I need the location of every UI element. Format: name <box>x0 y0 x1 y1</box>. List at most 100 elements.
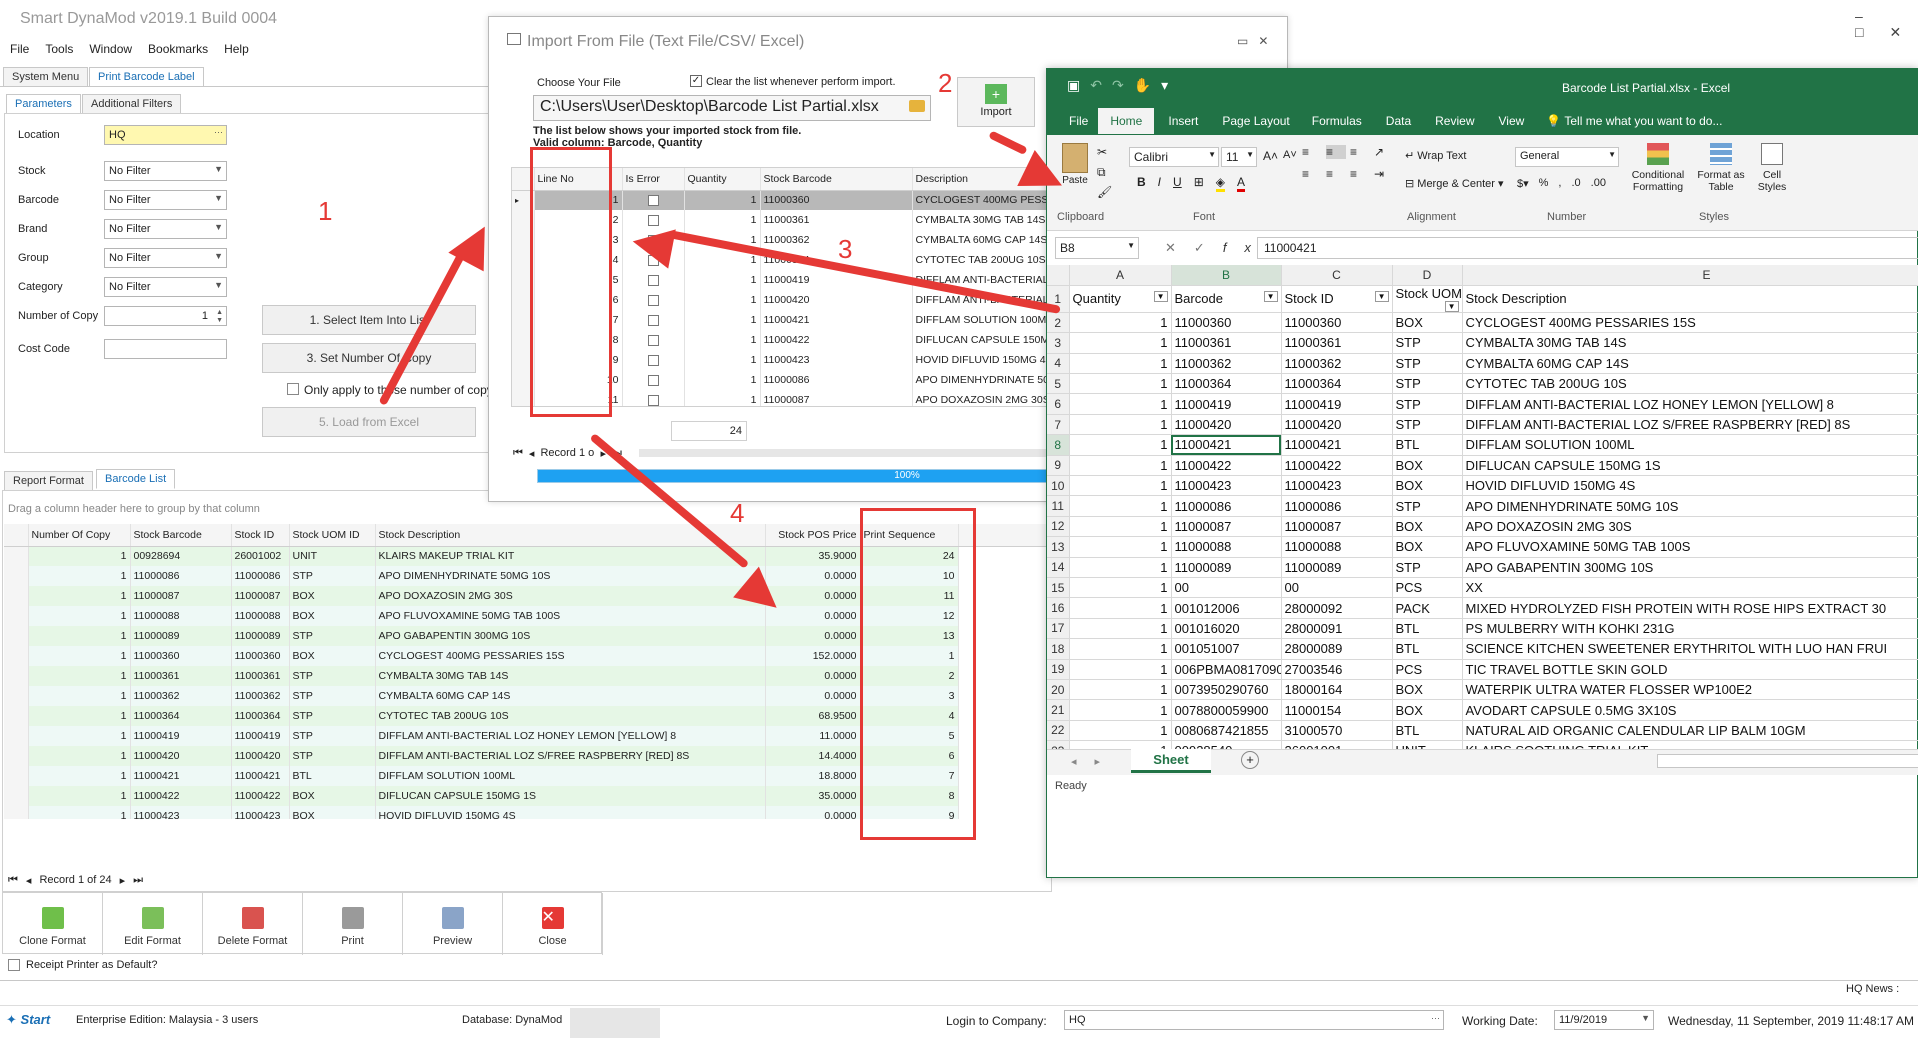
is-error-checkbox[interactable] <box>647 294 659 306</box>
tab-home[interactable]: Home <box>1098 108 1155 134</box>
stock-id-cell[interactable]: 11000421 <box>1281 434 1393 456</box>
group-filter[interactable]: No Filter ▼ <box>104 248 227 268</box>
increase-decimal-icon[interactable]: .0 <box>1571 177 1580 190</box>
sheet-row[interactable]: 9 1 11000422 11000422 BOX DIFLUCAN CAPSULE 15… <box>1047 455 1918 477</box>
stock-id-cell[interactable]: 11000420 <box>1281 414 1393 436</box>
row-number[interactable]: 3 <box>1047 332 1070 354</box>
sheet-row[interactable]: 8 1 11000421 11000421 BTL DIFFLAM SOLUTION 10… <box>1047 434 1918 456</box>
redo-icon[interactable]: ↷ <box>1112 77 1134 93</box>
description-cell[interactable]: CYMBALTA 30MG TAB 14S <box>1462 332 1918 354</box>
uom-cell[interactable]: BOX <box>1392 679 1463 701</box>
qty-cell[interactable]: 1 <box>1069 495 1172 517</box>
barcode-cell[interactable]: 00 <box>1171 577 1282 599</box>
row-indicator[interactable] <box>4 746 29 766</box>
sheet-row[interactable]: 13 1 11000088 11000088 BOX APO FLUVOXAMINE 50… <box>1047 536 1918 558</box>
row-number[interactable]: 2 <box>1047 312 1070 334</box>
barcode-cell[interactable]: 11000360 <box>1171 312 1282 334</box>
sheet-row[interactable]: 15 1 00 00 PCS XX <box>1047 577 1918 599</box>
barcode-cell[interactable]: 11000086 <box>1171 495 1282 517</box>
header-stock-id[interactable]: Stock ID ▼ <box>1281 285 1393 313</box>
col-stock-uom[interactable]: Stock UOM ID <box>289 524 376 547</box>
format-table-button[interactable]: Format as Table <box>1695 143 1747 193</box>
sheet-row[interactable]: 11 1 11000086 11000086 STP APO DIMENHYDRINATE… <box>1047 495 1918 517</box>
close-button[interactable]: ✕ Close <box>503 893 603 955</box>
row-number[interactable]: 23 <box>1047 740 1070 749</box>
description-cell[interactable]: XX <box>1462 577 1918 599</box>
italic-icon[interactable]: I <box>1158 175 1161 192</box>
font-name-box[interactable]: Calibri ▼ <box>1129 147 1219 167</box>
orientation-icon[interactable]: ↗ <box>1374 145 1394 159</box>
row-number[interactable]: 13 <box>1047 536 1070 558</box>
header-barcode[interactable]: Barcode ▼ <box>1171 285 1282 313</box>
row-number[interactable]: 19 <box>1047 659 1070 680</box>
header-quantity[interactable]: Quantity ▼ <box>1069 285 1172 313</box>
description-cell[interactable]: CYCLOGEST 400MG PESSARIES 15S <box>1462 312 1918 334</box>
customize-icon[interactable]: ▾ <box>1161 77 1178 93</box>
tab-review[interactable]: Review <box>1423 111 1486 134</box>
description-cell[interactable]: HOVID DIFLUVID 150MG 4S <box>1462 475 1918 497</box>
is-error-checkbox[interactable] <box>647 394 659 406</box>
stock-id-cell[interactable]: 11000088 <box>1281 536 1393 558</box>
qty-cell[interactable]: 1 <box>1069 475 1172 497</box>
is-error-cell[interactable] <box>622 190 685 210</box>
uom-cell[interactable]: BOX <box>1392 516 1463 538</box>
menu-bookmarks[interactable]: Bookmarks <box>148 42 208 56</box>
font-size-box[interactable]: 11 ▼ <box>1221 147 1257 167</box>
is-error-cell[interactable] <box>622 350 685 370</box>
filter-dropdown-icon[interactable]: ▼ <box>1153 291 1168 303</box>
row-indicator[interactable] <box>4 586 29 606</box>
description-cell[interactable]: DIFFLAM SOLUTION 100ML <box>1462 434 1918 456</box>
col-pos-price[interactable]: Stock POS Price <box>765 524 861 547</box>
sheet-grid[interactable]: A B C D E 1 Quantity ▼ Barcode ▼ Stock ID ▼… <box>1047 265 1918 749</box>
set-number-button[interactable]: 3. Set Number Of Copy <box>262 343 476 373</box>
comma-icon[interactable]: , <box>1558 177 1561 190</box>
description-cell[interactable]: DIFFLAM ANTI-BACTERIAL LOZ HONEY LEMON [… <box>1462 393 1918 415</box>
uom-cell[interactable]: BOX <box>1392 475 1463 497</box>
stock-id-cell[interactable]: 31000570 <box>1281 720 1393 742</box>
uom-cell[interactable]: BTL <box>1392 638 1463 660</box>
align-top-icon[interactable]: ≡ <box>1302 145 1322 159</box>
uom-cell[interactable]: STP <box>1392 495 1463 517</box>
stock-id-cell[interactable]: 11000362 <box>1281 353 1393 375</box>
barcode-cell[interactable]: 11000362 <box>1171 353 1282 375</box>
percent-icon[interactable]: % <box>1539 177 1549 190</box>
clone-format-button[interactable]: Clone Format <box>3 893 103 955</box>
description-cell[interactable]: AVODART CAPSULE 0.5MG 3X10S <box>1462 699 1918 721</box>
enter-icon[interactable]: ✓ <box>1194 240 1223 255</box>
uom-cell[interactable]: BOX <box>1392 312 1463 334</box>
sheet-row[interactable]: 18 1 001051007 28000089 BTL SCIENCE KITCHEN S… <box>1047 638 1918 660</box>
bold-icon[interactable]: B <box>1137 175 1146 192</box>
row-indicator[interactable] <box>4 686 29 706</box>
row-number[interactable]: 8 <box>1047 434 1070 456</box>
qty-cell[interactable]: 1 <box>1069 312 1172 334</box>
preview-button[interactable]: Preview <box>403 893 503 955</box>
qty-cell[interactable]: 1 <box>1069 638 1172 660</box>
delete-format-button[interactable]: Delete Format <box>203 893 303 955</box>
uom-cell[interactable]: BOX <box>1392 536 1463 558</box>
first-record-icon[interactable]: ⏮ <box>513 447 523 460</box>
prev-record-icon[interactable]: ◂ <box>26 874 32 887</box>
barcode-cell[interactable]: 11000361 <box>1171 332 1282 354</box>
sheet-row[interactable]: 17 1 001016020 28000091 BTL PS MULBERRY WITH … <box>1047 618 1918 640</box>
row-number[interactable]: 10 <box>1047 475 1070 497</box>
barcode-cell[interactable]: 0078800059900 <box>1171 699 1282 721</box>
decrease-decimal-icon[interactable]: .00 <box>1591 177 1606 190</box>
row-number[interactable]: 11 <box>1047 495 1070 517</box>
uom-cell[interactable]: PCS <box>1392 659 1463 680</box>
barcode-cell[interactable]: 001012006 <box>1171 597 1282 619</box>
stock-id-cell[interactable]: 18000164 <box>1281 679 1393 701</box>
col-letter-a[interactable]: A <box>1069 265 1172 286</box>
folder-icon[interactable] <box>909 100 925 112</box>
filter-dropdown-icon[interactable]: ▼ <box>1444 300 1459 312</box>
stock-id-cell[interactable]: 11000364 <box>1281 373 1393 395</box>
description-cell[interactable]: NATURAL AID ORGANIC CALENDULAR LIP BALM … <box>1462 720 1918 742</box>
description-cell[interactable]: APO FLUVOXAMINE 50MG TAB 100S <box>1462 536 1918 558</box>
cost-code-input[interactable] <box>104 339 227 359</box>
tab-formulas[interactable]: Formulas <box>1300 111 1374 134</box>
grow-font-icon[interactable]: A˄ <box>1263 149 1278 163</box>
stock-id-cell[interactable]: 28000092 <box>1281 597 1393 619</box>
font-color-icon[interactable]: A <box>1236 175 1245 192</box>
row-indicator[interactable] <box>4 666 29 686</box>
import-button[interactable]: + Import <box>957 77 1035 127</box>
description-cell[interactable]: MIXED HYDROLYZED FISH PROTEIN WITH ROSE … <box>1462 597 1918 619</box>
